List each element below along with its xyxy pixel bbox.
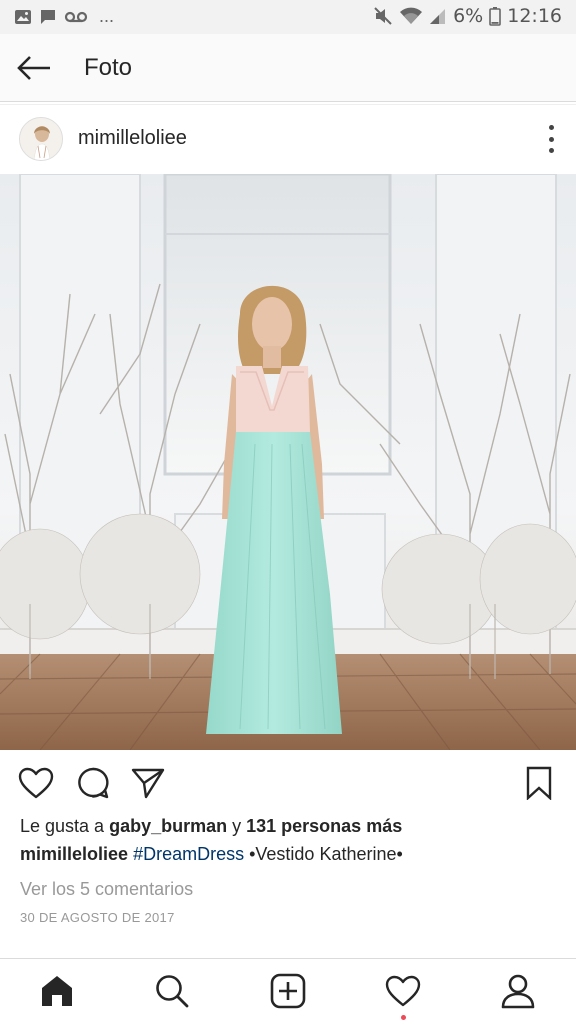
more-dot: [548, 125, 554, 130]
search-icon: [156, 975, 189, 1008]
caption-text: •Vestido Katherine•: [244, 844, 403, 864]
back-button[interactable]: [12, 48, 56, 88]
photo-image: [0, 174, 576, 750]
signal-icon: [430, 9, 446, 24]
caption-hashtag[interactable]: #DreamDress: [133, 844, 244, 864]
bottom-nav: [0, 958, 576, 1024]
heart-icon: [18, 767, 54, 799]
post-username[interactable]: mimilleloliee: [78, 127, 187, 150]
more-dot: [548, 136, 554, 142]
status-bar-left: ...: [14, 6, 114, 27]
comment-button[interactable]: [73, 763, 113, 803]
nav-profile[interactable]: [496, 969, 540, 1013]
nav-home[interactable]: [35, 969, 79, 1013]
post-header: mimilleloliee: [0, 104, 576, 174]
post-date: 30 DE AGOSTO DE 2017: [20, 910, 175, 925]
status-bar: ... 6% 12:16: [0, 0, 576, 34]
status-bar-right: 6% 12:16: [373, 5, 562, 27]
caption-username[interactable]: mimilleloliee: [20, 844, 128, 864]
back-arrow-icon: [17, 56, 50, 80]
avatar[interactable]: [19, 117, 63, 161]
activity-icon: [385, 975, 421, 1007]
nav-new-post[interactable]: [266, 969, 310, 1013]
likes-others-link[interactable]: 131 personas más: [246, 816, 402, 836]
like-button[interactable]: [16, 763, 56, 803]
page-title: Foto: [84, 54, 133, 81]
comment-icon: [78, 767, 109, 799]
liker-username[interactable]: gaby_burman: [109, 816, 227, 836]
nav-activity[interactable]: [381, 969, 425, 1020]
nav-search[interactable]: [150, 969, 194, 1013]
new-post-icon: [270, 973, 306, 1009]
battery-percentage: 6%: [453, 5, 484, 27]
save-button[interactable]: [519, 763, 559, 803]
home-icon: [42, 976, 72, 1006]
profile-icon: [501, 974, 535, 1009]
more-dot: [548, 148, 554, 153]
avatar-image: [20, 118, 62, 160]
likes-conjunction: y: [227, 816, 247, 836]
bookmark-icon: [526, 766, 552, 800]
chat-icon: [41, 9, 55, 24]
view-comments-link[interactable]: Ver los 5 comentarios: [20, 879, 193, 900]
post-caption: mimilleloliee #DreamDress •Vestido Kathe…: [20, 844, 403, 865]
voicemail-icon: [64, 11, 88, 22]
likes-prefix: Le gusta a: [20, 816, 110, 836]
app-bar: Foto: [0, 34, 576, 102]
clock: 12:16: [507, 5, 562, 27]
status-overflow-dots: ...: [99, 6, 115, 26]
more-options-button[interactable]: [546, 125, 556, 153]
notification-dot: [401, 1015, 406, 1020]
likes-summary: Le gusta a gaby_burman y 131 personas má…: [20, 816, 402, 837]
image-icon: [15, 9, 31, 24]
share-button[interactable]: [128, 763, 168, 803]
post-actions: [0, 755, 576, 811]
battery-icon: [489, 7, 502, 26]
wifi-icon: [400, 7, 423, 24]
post-photo[interactable]: [0, 174, 576, 750]
mute-icon: [374, 7, 392, 25]
send-icon: [131, 768, 165, 799]
